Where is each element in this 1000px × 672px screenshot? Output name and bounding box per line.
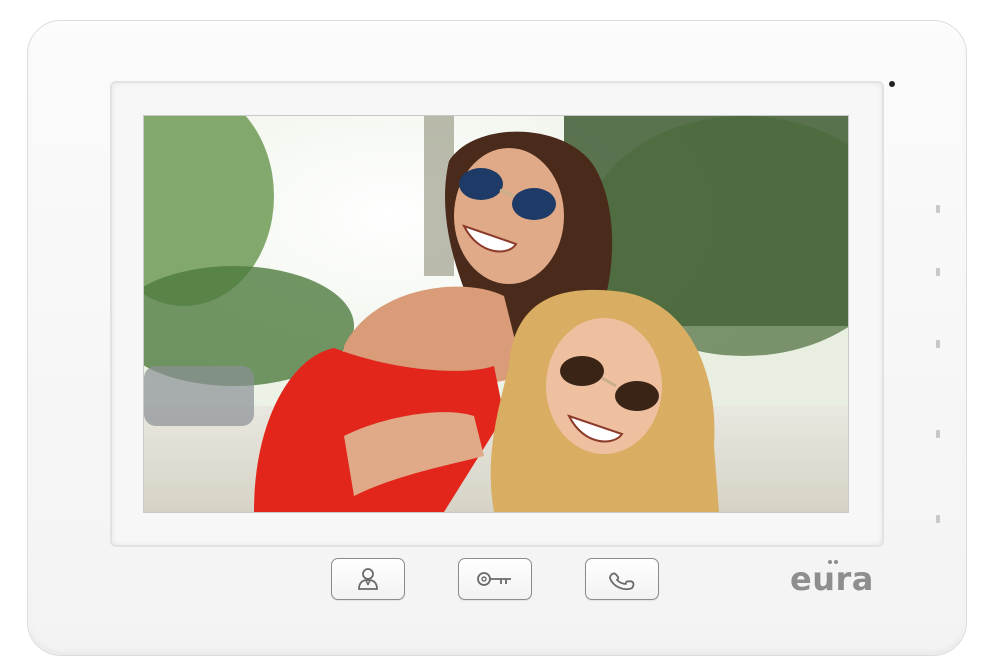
side-button[interactable] [936,268,940,276]
eura-logo: eura [790,560,874,598]
side-button[interactable] [936,430,940,438]
monitor-button[interactable] [331,558,405,600]
side-button[interactable] [936,205,940,213]
phone-handset-icon [609,572,635,591]
video-screen [143,115,849,513]
person-icon [358,568,378,590]
brand-logo: eura [790,558,910,606]
camera-feed-image [144,116,848,512]
camera-lens-icon [889,81,895,87]
svg-text:eura: eura [790,560,874,598]
call-button[interactable] [585,558,659,600]
side-button[interactable] [936,515,940,523]
side-button[interactable] [936,340,940,348]
key-icon [477,572,511,586]
unlock-button[interactable] [458,558,532,600]
